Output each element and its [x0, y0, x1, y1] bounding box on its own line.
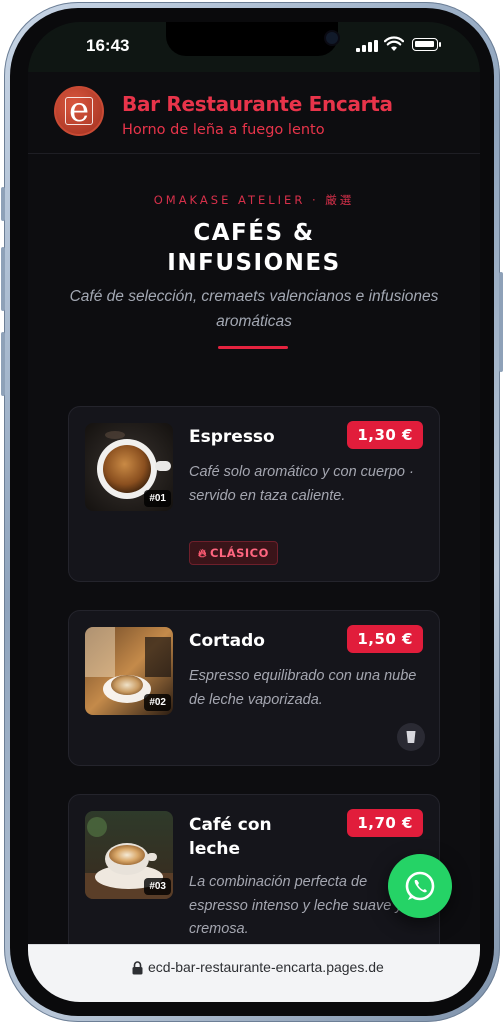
item-name: Café con leche — [189, 815, 272, 859]
flame-icon: 🔥︎ — [198, 546, 207, 560]
wifi-icon — [384, 36, 404, 51]
section-title-line-2: INFUSIONES — [167, 250, 341, 276]
status-bar: 16:43 — [28, 22, 480, 72]
restaurant-logo[interactable]: e — [54, 86, 104, 136]
section-subtitle: Café de selección, cremaets valencianos … — [69, 288, 439, 330]
item-number: #02 — [144, 694, 171, 711]
item-photo: #01 — [85, 423, 173, 511]
screen: 16:43 e Bar Restaurante Encarta Horno de… — [28, 22, 480, 1002]
item-photo: #02 — [85, 627, 173, 715]
item-name: Espresso — [189, 427, 275, 447]
section-divider — [218, 346, 288, 349]
power-button — [499, 272, 503, 372]
dynamic-notch — [166, 22, 338, 56]
classic-badge: 🔥︎ CLÁSICO — [189, 541, 278, 565]
camera-icon — [326, 32, 338, 44]
brand-name[interactable]: Bar Restaurante Encarta — [122, 92, 393, 116]
whatsapp-icon — [405, 871, 435, 901]
badge-label: CLÁSICO — [209, 546, 269, 560]
signal-icon — [356, 40, 378, 52]
status-time: 16:43 — [86, 36, 130, 55]
item-number: #01 — [144, 490, 171, 507]
volume-down-button — [1, 332, 5, 396]
battery-icon — [412, 38, 441, 51]
site-header: e Bar Restaurante Encarta Horno de leña … — [28, 72, 480, 154]
item-description: Café solo aromático y con cuerpo · servi… — [189, 464, 414, 504]
menu-item-card[interactable]: #02 Cortado 1,50 € Espresso equilibrado … — [68, 610, 440, 766]
item-description: Espresso equilibrado con una nube de lec… — [189, 668, 417, 708]
mute-switch — [1, 187, 5, 221]
volume-up-button — [1, 247, 5, 311]
cup-icon[interactable] — [397, 723, 425, 751]
item-number: #03 — [144, 878, 171, 895]
item-price: 1,50 € — [347, 625, 423, 653]
item-price: 1,70 € — [347, 809, 423, 837]
browser-address-bar[interactable]: ecd-bar-restaurante-encarta.pages.de — [28, 944, 480, 1002]
lock-icon — [132, 961, 143, 975]
brand-tagline: Horno de leña a fuego lento — [122, 122, 325, 138]
item-price: 1,30 € — [347, 421, 423, 449]
logo-letter: e — [68, 90, 90, 130]
url-text[interactable]: ecd-bar-restaurante-encarta.pages.de — [148, 959, 384, 975]
menu-item-card[interactable]: #01 Espresso 1,30 € Café solo aromático … — [68, 406, 440, 582]
section-title: CAFÉS & INFUSIONES — [28, 218, 480, 278]
section-kicker: OMAKASE ATELIER · 厳選 — [153, 193, 355, 207]
whatsapp-button[interactable] — [388, 854, 452, 918]
item-name: Cortado — [189, 631, 265, 651]
section-title-line-1: CAFÉS & — [193, 220, 315, 246]
item-photo: #03 — [85, 811, 173, 899]
